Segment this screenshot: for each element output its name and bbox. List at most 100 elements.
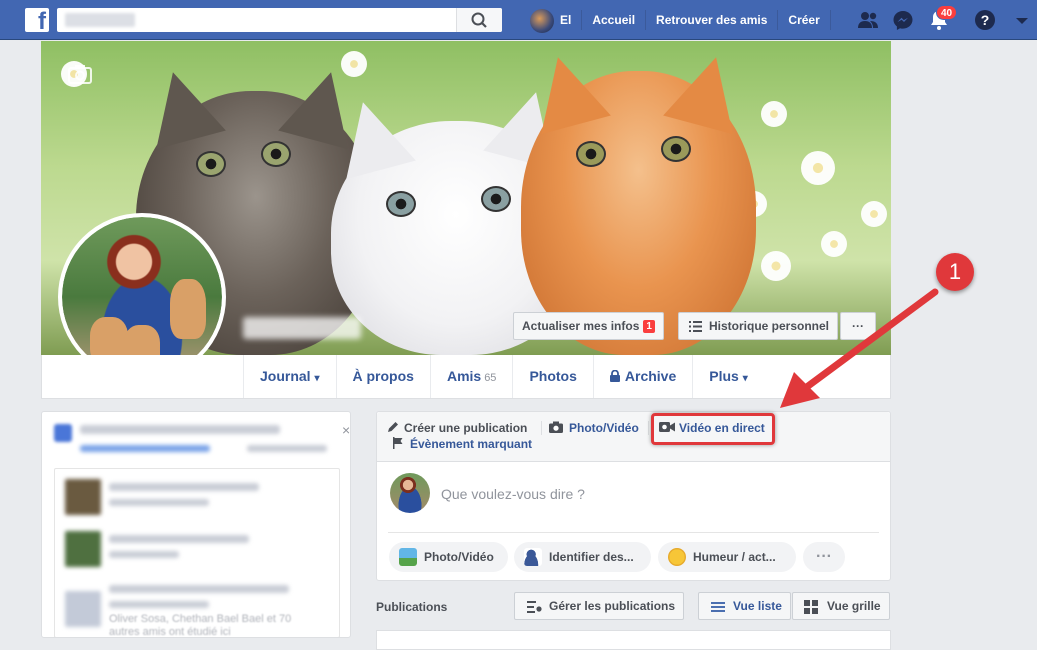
create-link[interactable]: Créer <box>778 0 829 40</box>
main-nav: El Accueil Retrouver des amis Créer <box>530 0 831 40</box>
kitten-ear <box>663 47 751 135</box>
tab-archive[interactable]: Archive <box>592 355 692 398</box>
flower-decoration <box>761 101 787 127</box>
profile-link[interactable]: El <box>530 0 581 40</box>
smiley-icon <box>668 548 686 566</box>
more-actions-button[interactable]: ··· <box>803 542 845 572</box>
avatar <box>530 8 554 33</box>
create-post-tab[interactable]: Créer une publication <box>387 421 527 435</box>
blurred-thumbnail <box>65 591 101 627</box>
kitten-ear <box>138 62 226 150</box>
tab-label: Journal <box>260 368 311 384</box>
lock-icon <box>609 369 620 382</box>
annotation-arrow <box>780 288 939 408</box>
tab-about[interactable]: À propos <box>335 355 430 398</box>
tab-label: À propos <box>352 368 414 384</box>
photo-video-label: Photo/Vidéo <box>569 421 639 435</box>
help-icon[interactable]: ? <box>973 8 997 32</box>
live-video-highlight-box <box>651 413 775 445</box>
flower-decoration <box>801 151 835 185</box>
blurred-text <box>109 535 249 543</box>
chevron-down-icon: ▾ <box>314 373 320 384</box>
divider <box>648 421 649 435</box>
flower-decoration <box>341 51 367 77</box>
profile-name: El <box>560 13 572 27</box>
tab-label: Photos <box>529 368 577 384</box>
tab-photos[interactable]: Photos <box>512 355 592 398</box>
facebook-logo-icon[interactable]: f <box>25 8 49 32</box>
kitten-eye <box>261 141 291 167</box>
tab-friends[interactable]: Amis 65 <box>429 355 512 398</box>
grid-view-icon <box>804 600 818 614</box>
tab-label: Amis <box>446 368 482 384</box>
blurred-text <box>109 499 209 506</box>
dog-figure <box>170 279 206 339</box>
feeling-activity-action-button[interactable]: Humeur / act... <box>658 542 796 572</box>
update-info-button[interactable]: Actualiser mes infos 1 <box>513 312 664 340</box>
kitten-eye <box>386 191 416 217</box>
chevron-down-icon: ▾ <box>742 373 748 384</box>
tab-timeline[interactable]: Journal ▾ <box>243 355 336 398</box>
grid-view-button[interactable]: Vue grille <box>792 592 890 620</box>
action-label: Identifier des... <box>549 550 634 564</box>
create-post-label: Créer une publication <box>404 421 528 435</box>
kitten-eye <box>661 136 691 162</box>
manage-posts-button[interactable]: Gérer les publications <box>514 592 685 620</box>
pencil-icon <box>388 422 398 432</box>
profile-name-blurred <box>243 317 361 339</box>
camera-icon <box>549 421 563 433</box>
list-view-icon <box>711 602 725 612</box>
blurred-thumbnail <box>65 479 101 515</box>
friend-requests-icon[interactable] <box>856 8 880 32</box>
manage-posts-icon <box>527 601 542 613</box>
blurred-progress <box>80 445 210 452</box>
profile-tabs: Journal ▾ À propos Amis 65 Photos Archive… <box>243 355 764 398</box>
blurred-caption: Oliver Sosa, Chethan Bael Bael et 70 aut… <box>109 613 292 638</box>
blurred-thumbnail <box>65 531 101 567</box>
tag-friends-action-button[interactable]: Identifier des... <box>514 542 651 572</box>
life-event-label: Évènement marquant <box>410 437 533 451</box>
photo-video-tab[interactable]: Photo/Vidéo <box>549 421 639 435</box>
tab-label: Archive <box>624 368 677 384</box>
flower-decoration <box>861 201 887 227</box>
composer-avatar <box>390 473 430 513</box>
profile-photo-image <box>62 217 222 377</box>
manage-posts-label: Gérer les publications <box>549 599 676 613</box>
messenger-icon[interactable] <box>891 8 915 32</box>
home-link[interactable]: Accueil <box>582 0 645 40</box>
step-number-marker: 1 <box>936 253 974 291</box>
search-input[interactable] <box>57 8 502 32</box>
life-event-tab[interactable]: Évènement marquant <box>392 437 532 451</box>
top-navigation-bar: f El Accueil Retrouver des amis Créer 40… <box>0 0 1037 40</box>
search-button[interactable] <box>456 8 502 32</box>
find-friends-link[interactable]: Retrouver des amis <box>646 0 777 40</box>
notifications-badge: 40 <box>936 5 958 20</box>
tab-more[interactable]: Plus ▾ <box>692 355 764 398</box>
close-icon[interactable]: × <box>342 422 350 438</box>
grid-view-label: Vue grille <box>827 599 881 613</box>
action-label: Humeur / act... <box>693 550 776 564</box>
photo-icon <box>399 548 417 566</box>
blurred-text <box>109 585 289 593</box>
blurred-text <box>247 445 327 452</box>
search-text-blurred <box>65 13 135 27</box>
next-post-card <box>376 630 891 650</box>
divider <box>541 421 542 435</box>
tab-label: Plus <box>709 368 739 384</box>
flag-icon <box>393 437 403 449</box>
kitten-eye <box>196 151 226 177</box>
photo-video-action-button[interactable]: Photo/Vidéo <box>389 542 508 572</box>
update-cover-camera-icon[interactable] <box>68 64 92 87</box>
list-view-label: Vue liste <box>733 599 782 613</box>
list-view-button[interactable]: Vue liste <box>698 592 791 620</box>
update-info-badge: 1 <box>643 320 655 334</box>
kitten-eye <box>576 141 606 167</box>
account-menu-chevron-down-icon[interactable] <box>1010 8 1034 32</box>
blurred-icon <box>54 424 72 442</box>
flower-decoration <box>761 251 791 281</box>
action-label: Photo/Vidéo <box>424 550 494 564</box>
post-text-input[interactable]: Que voulez-vous dire ? <box>441 486 585 502</box>
blurred-text <box>109 483 259 491</box>
intro-suggestion-card: × Oliver Sosa, Chethan Bael Bael et 70 a… <box>41 411 351 638</box>
nav-divider <box>829 10 831 30</box>
